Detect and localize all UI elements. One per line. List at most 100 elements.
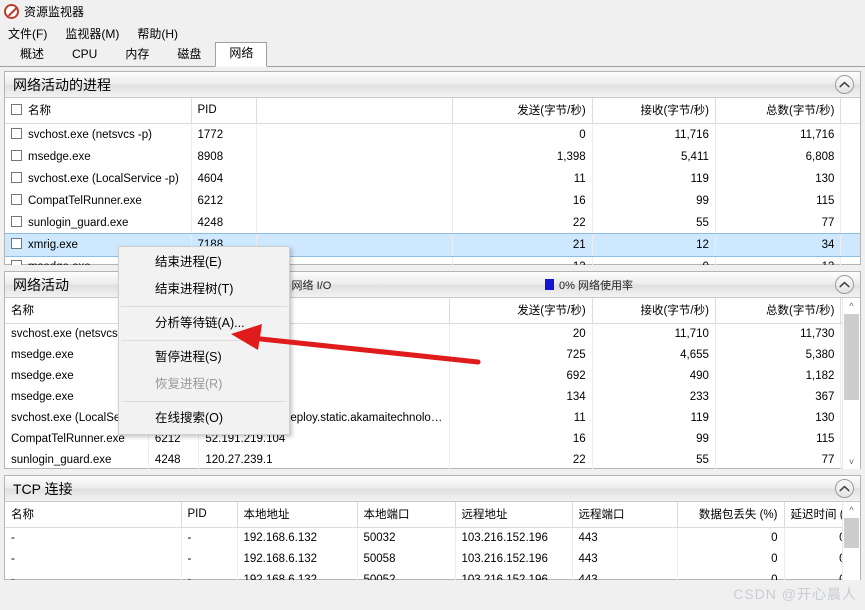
- col-header-name[interactable]: 名称: [5, 502, 182, 528]
- row-checkbox[interactable]: [11, 172, 22, 183]
- col-header-received[interactable]: 接收(字节/秒): [592, 98, 716, 124]
- tab-disk[interactable]: 磁盘: [163, 43, 215, 66]
- scroll-up-arrow-icon[interactable]: ^: [843, 502, 860, 517]
- process-name-cell[interactable]: svchost.exe (netsvcs -p): [5, 123, 192, 146]
- context-menu-item-analyze-wait-chain[interactable]: 分析等待链(A)...: [119, 310, 289, 337]
- process-received-cell: 5,411: [592, 146, 716, 168]
- table-row[interactable]: svchost.exe (LocalService -p) 4604 11 11…: [5, 168, 860, 190]
- scroll-up-arrow-icon[interactable]: ^: [843, 298, 860, 313]
- tcp-packet-loss-cell: 0: [677, 549, 785, 570]
- processes-table: 名称 PID 发送(字节/秒) 接收(字节/秒) 总数(字节/秒) svchos…: [5, 98, 860, 265]
- col-header-spacer[interactable]: [256, 98, 453, 124]
- net-sent-cell: 11: [449, 408, 593, 429]
- table-row[interactable]: sunlogin_guard.exe 4248 120.27.239.1 22 …: [5, 450, 860, 469]
- menu-item-file[interactable]: 文件(F): [8, 25, 47, 42]
- tcp-pid-cell: -: [181, 549, 238, 570]
- row-checkbox[interactable]: [11, 194, 22, 205]
- select-all-checkbox[interactable]: [11, 104, 22, 115]
- row-checkbox[interactable]: [11, 238, 22, 249]
- col-header-received[interactable]: 接收(字节/秒): [592, 298, 716, 324]
- scrollbar-thumb[interactable]: [844, 518, 859, 548]
- network-io-label: s 网络 I/O: [283, 279, 332, 292]
- table-row[interactable]: sunlogin_guard.exe 4248 22 55 77: [5, 212, 860, 234]
- chevron-up-icon[interactable]: [835, 275, 854, 294]
- process-received-cell: 119: [592, 168, 716, 190]
- chevron-up-icon[interactable]: [835, 75, 854, 94]
- context-menu-item-end-process[interactable]: 结束进程(E): [119, 249, 289, 276]
- process-sent-cell: 0: [452, 123, 593, 146]
- table-row[interactable]: - - 192.168.6.132 50058 103.216.152.196 …: [5, 549, 860, 570]
- window-title: 资源监视器: [24, 4, 85, 19]
- tcp-name-cell: -: [5, 527, 182, 549]
- net-address-cell: 120.27.239.1: [198, 450, 451, 469]
- scroll-down-arrow-icon[interactable]: ˅: [843, 454, 860, 469]
- table-row[interactable]: svchost.exe (netsvcs -p) 1772 0 11,716 1…: [5, 123, 860, 146]
- tcp-table-scrollbar[interactable]: ^: [842, 502, 860, 580]
- net-sent-cell: 692: [449, 366, 593, 387]
- row-checkbox[interactable]: [11, 216, 22, 227]
- col-header-pid[interactable]: PID: [191, 98, 257, 124]
- menu-item-help[interactable]: 帮助(H): [137, 25, 178, 42]
- col-header-remote-address[interactable]: 远程地址: [455, 502, 573, 528]
- process-name-cell[interactable]: sunlogin_guard.exe: [5, 212, 192, 234]
- col-header-total[interactable]: 总数(字节/秒): [715, 98, 842, 124]
- col-header-sent[interactable]: 发送(字节/秒): [452, 98, 593, 124]
- context-menu-item-suspend-process[interactable]: 暂停进程(S): [119, 344, 289, 371]
- table-row[interactable]: msedge.exe 8908 1,398 5,411 6,808: [5, 146, 860, 168]
- menu-item-monitor[interactable]: 监视器(M): [65, 25, 119, 42]
- process-sent-cell: 11: [452, 168, 593, 190]
- col-header-remote-port[interactable]: 远程端口: [572, 502, 678, 528]
- tcp-remote-address-cell: 103.216.152.196: [455, 549, 573, 570]
- table-row[interactable]: - - 192.168.6.132 50052 103.216.152.196 …: [5, 570, 860, 580]
- tcp-table-header-row: 名称 PID 本地地址 本地端口 远程地址 远程端口 数据包丢失 (%) 延迟时…: [5, 502, 860, 528]
- tcp-name-cell: -: [5, 570, 182, 580]
- col-header-total[interactable]: 总数(字节/秒): [715, 298, 842, 324]
- process-name-cell[interactable]: CompatTelRunner.exe: [5, 190, 192, 212]
- col-header-local-port[interactable]: 本地端口: [357, 502, 456, 528]
- row-checkbox[interactable]: [11, 150, 22, 161]
- col-header-pid[interactable]: PID: [181, 502, 238, 528]
- tcp-local-port-cell: 50052: [357, 570, 456, 580]
- process-pid-cell: 6212: [191, 190, 257, 212]
- tcp-local-address-cell: 192.168.6.132: [237, 570, 358, 580]
- table-row[interactable]: CompatTelRunner.exe 6212 16 99 115: [5, 190, 860, 212]
- col-header-name[interactable]: 名称: [5, 98, 192, 124]
- tcp-remote-address-cell: 103.216.152.196: [455, 570, 573, 580]
- net-total-cell: 367: [715, 387, 842, 408]
- process-received-cell: 0: [592, 256, 716, 265]
- process-spacer-cell: [256, 190, 453, 212]
- col-header-sent[interactable]: 发送(字节/秒): [449, 298, 593, 324]
- table-row[interactable]: - - 192.168.6.132 50032 103.216.152.196 …: [5, 527, 860, 549]
- process-received-cell: 12: [592, 234, 716, 256]
- chevron-up-icon[interactable]: [835, 479, 854, 498]
- process-context-menu[interactable]: 结束进程(E) 结束进程树(T) 分析等待链(A)... 暂停进程(S) 恢复进…: [118, 246, 290, 435]
- tcp-local-address-cell: 192.168.6.132: [237, 527, 358, 549]
- process-received-cell: 99: [592, 190, 716, 212]
- net-sent-cell: 725: [449, 345, 593, 366]
- col-header-packet-loss[interactable]: 数据包丢失 (%): [677, 502, 785, 528]
- net-sent-cell: 20: [449, 323, 593, 345]
- process-total-cell: 11,716: [715, 123, 842, 146]
- tab-overview[interactable]: 概述: [6, 43, 58, 66]
- network-table-scrollbar[interactable]: ^ ˅: [842, 298, 860, 469]
- row-checkbox[interactable]: [11, 128, 22, 139]
- tcp-panel: TCP 连接 名称 PID 本地地址 本地端口 远程地址 远程端口 数据包丢失 …: [4, 475, 861, 580]
- context-menu-item-search-online[interactable]: 在线搜索(O): [119, 405, 289, 432]
- process-sent-cell: 21: [452, 234, 593, 256]
- process-spacer-cell: [256, 146, 453, 168]
- col-header-local-address[interactable]: 本地地址: [237, 502, 358, 528]
- net-total-cell: 1,182: [715, 366, 842, 387]
- net-sent-cell: 16: [449, 429, 593, 450]
- tab-memory[interactable]: 内存: [111, 43, 163, 66]
- process-name-cell[interactable]: svchost.exe (LocalService -p): [5, 168, 192, 190]
- network-usage-label: 0% 网络使用率: [559, 279, 633, 292]
- process-pid-cell: 1772: [191, 123, 257, 146]
- context-menu-item-end-process-tree[interactable]: 结束进程树(T): [119, 276, 289, 303]
- row-checkbox[interactable]: [11, 260, 22, 265]
- tab-network[interactable]: 网络: [215, 42, 268, 67]
- process-name-cell[interactable]: msedge.exe: [5, 146, 192, 168]
- tab-cpu[interactable]: CPU: [58, 43, 111, 66]
- net-total-cell: 77: [715, 450, 842, 469]
- network-activity-panel-title: 网络活动: [13, 276, 69, 293]
- scrollbar-thumb[interactable]: [844, 314, 859, 400]
